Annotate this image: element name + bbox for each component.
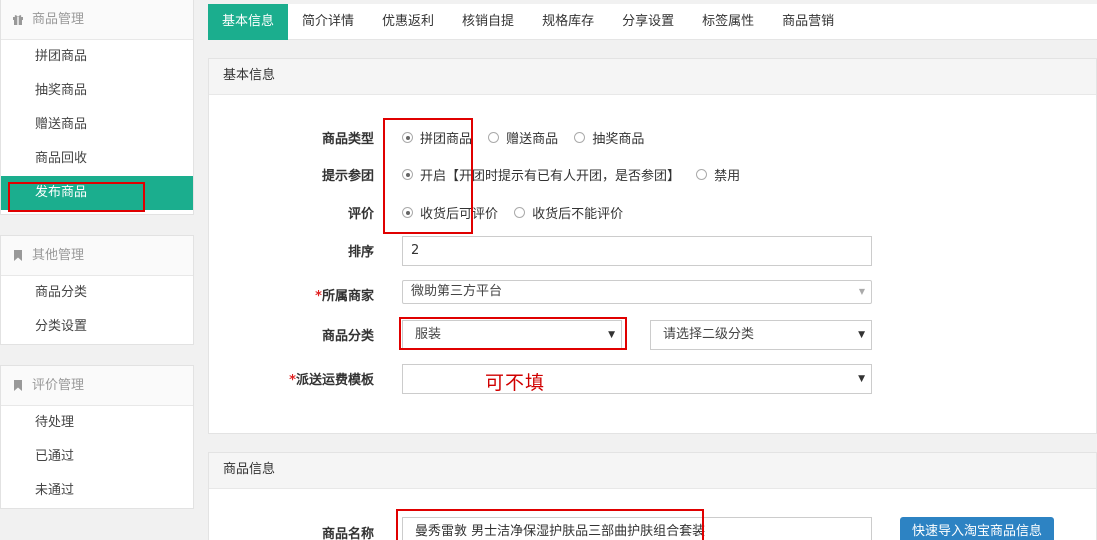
radio-dot	[574, 132, 586, 143]
radio-dot	[696, 169, 708, 180]
merchant-label: *所属商家	[254, 285, 374, 304]
sidebar-item-category[interactable]: 商品分类	[1, 276, 193, 310]
sidebar-group-title: 评价管理	[32, 377, 85, 393]
gift-icon	[13, 15, 23, 25]
radio-dot	[514, 207, 526, 218]
radio-join-disable[interactable]: 禁用	[696, 165, 740, 184]
category-label: 商品分类	[321, 329, 374, 344]
optional-note: 可不填	[485, 372, 546, 394]
sidebar-item-group-goods[interactable]: 拼团商品	[1, 40, 193, 74]
basic-info-panel: 基本信息 商品类型 拼团商品 赠送商品 抽奖商品 提示参团 开启【开团时提示有已…	[208, 58, 1097, 434]
radio-label: 拼团商品	[420, 132, 473, 147]
merchant-select-value: 微助第三方平台	[411, 284, 503, 299]
radio-gift-goods[interactable]: 赠送商品	[488, 128, 558, 147]
radio-label: 赠送商品	[506, 132, 559, 147]
required-mark: *	[289, 373, 296, 388]
sidebar-group-header[interactable]: 评价管理	[1, 366, 193, 406]
subcategory-select-value: 请选择二级分类	[663, 327, 755, 342]
shipping-template-label-text: 派送运费模板	[295, 373, 374, 388]
radio-dot	[488, 132, 500, 143]
sidebar-item-category-settings[interactable]: 分类设置	[1, 310, 193, 344]
panel-title: 基本信息	[209, 59, 1096, 95]
bookmark-icon	[14, 380, 22, 391]
goods-name-label: 商品名称	[321, 527, 374, 540]
bookmark-icon	[14, 250, 22, 261]
required-mark: *	[315, 289, 322, 304]
sidebar-item-approved[interactable]: 已通过	[1, 440, 193, 474]
radio-label: 抽奖商品	[592, 132, 645, 147]
sidebar: 商品管理 拼团商品 抽奖商品 赠送商品 商品回收 发布商品 其他管理 商品分类 …	[0, 0, 194, 529]
radio-review-allowed[interactable]: 收货后可评价	[402, 203, 498, 222]
sidebar-item-recycle-goods[interactable]: 商品回收	[1, 142, 193, 176]
radio-label: 禁用	[714, 169, 741, 184]
sidebar-group-goods: 商品管理 拼团商品 抽奖商品 赠送商品 商品回收 发布商品	[0, 0, 194, 215]
sidebar-item-gift-goods[interactable]: 赠送商品	[1, 108, 193, 142]
shipping-template-label: *派送运费模板	[254, 369, 374, 388]
goods-type-label: 商品类型	[321, 132, 374, 147]
sort-input[interactable]: 2	[402, 236, 872, 266]
chevron-down-icon: ▼	[608, 330, 615, 340]
tab-basic-info[interactable]: 基本信息	[208, 4, 289, 40]
chevron-down-icon: ▼	[858, 330, 865, 340]
sidebar-group-other: 其他管理 商品分类 分类设置	[0, 235, 194, 345]
tab-discount-rebate[interactable]: 优惠返利	[368, 4, 448, 40]
tab-spec-stock[interactable]: 规格库存	[528, 4, 608, 40]
merchant-label-text: 所属商家	[321, 289, 374, 304]
radio-join-enable[interactable]: 开启【开团时提示有已有人开团，是否参团】	[402, 165, 680, 184]
panel-title: 商品信息	[209, 453, 1096, 489]
radio-lottery-goods[interactable]: 抽奖商品	[574, 128, 644, 147]
sort-label: 排序	[347, 245, 374, 260]
subcategory-select[interactable]: 请选择二级分类 ▼	[650, 320, 872, 350]
sidebar-item-rejected[interactable]: 未通过	[1, 474, 193, 508]
sidebar-item-pending[interactable]: 待处理	[1, 406, 193, 440]
radio-label: 收货后可评价	[420, 207, 499, 222]
goods-name-input[interactable]: 曼秀雷敦 男士洁净保湿护肤品三部曲护肤组合套装	[402, 517, 872, 540]
sidebar-group-header[interactable]: 其他管理	[1, 236, 193, 276]
radio-label: 开启【开团时提示有已有人开团，是否参团】	[420, 169, 681, 184]
radio-review-disallowed[interactable]: 收货后不能评价	[514, 203, 623, 222]
chevron-down-icon: ▼	[858, 287, 865, 296]
sidebar-group-title: 商品管理	[32, 11, 85, 27]
radio-label: 收货后不能评价	[532, 207, 624, 222]
tab-marketing[interactable]: 商品营销	[768, 4, 848, 40]
tab-pickup[interactable]: 核销自提	[448, 4, 528, 40]
sidebar-item-publish-goods[interactable]: 发布商品	[1, 176, 193, 210]
sidebar-group-title: 其他管理	[32, 247, 85, 263]
radio-dot	[402, 132, 413, 143]
category-select-value: 服装	[415, 327, 442, 342]
shipping-template-select[interactable]: ▼	[402, 364, 872, 394]
chevron-down-icon: ▼	[858, 374, 865, 384]
import-taobao-button[interactable]: 快速导入淘宝商品信息	[900, 517, 1055, 540]
sidebar-group-header[interactable]: 商品管理	[1, 0, 193, 40]
sidebar-item-lottery-goods[interactable]: 抽奖商品	[1, 74, 193, 108]
radio-dot	[402, 169, 413, 180]
sidebar-group-review: 评价管理 待处理 已通过 未通过	[0, 365, 194, 509]
category-select[interactable]: 服装 ▼	[402, 320, 622, 350]
radio-group-goods[interactable]: 拼团商品	[402, 128, 472, 147]
join-prompt-label: 提示参团	[321, 169, 374, 184]
merchant-select[interactable]: 微助第三方平台 ▼	[402, 280, 872, 304]
tab-tag-attributes[interactable]: 标签属性	[688, 4, 768, 40]
goods-info-panel: 商品信息 商品名称 曼秀雷敦 男士洁净保湿护肤品三部曲护肤组合套装 快速导入淘宝…	[208, 452, 1097, 540]
tab-bar: 基本信息 简介详情 优惠返利 核销自提 规格库存 分享设置 标签属性 商品营销	[208, 4, 1097, 40]
tab-share-settings[interactable]: 分享设置	[608, 4, 688, 40]
radio-dot	[402, 207, 413, 218]
tab-intro-details[interactable]: 简介详情	[288, 4, 368, 40]
review-label: 评价	[347, 207, 374, 222]
